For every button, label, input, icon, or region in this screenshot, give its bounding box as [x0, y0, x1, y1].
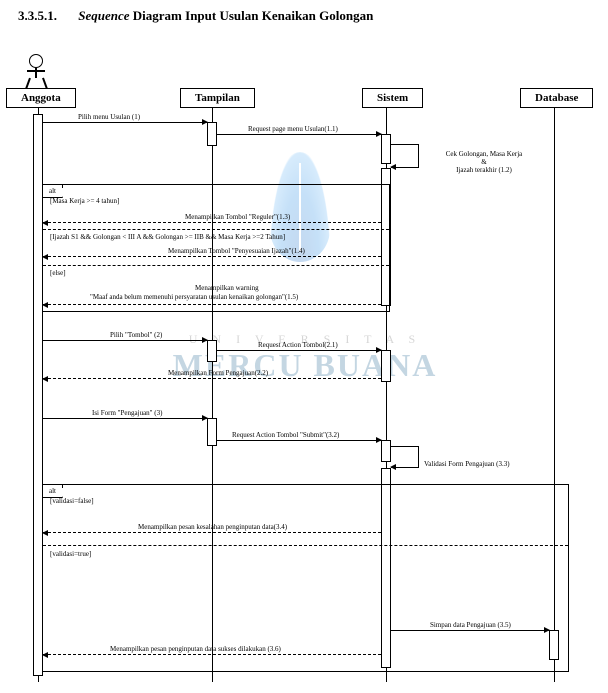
activation-database — [549, 630, 559, 660]
msg-3-4 — [43, 532, 381, 533]
sequence-word: Sequence — [78, 8, 129, 23]
msg-2-1 — [217, 350, 381, 351]
lifeline-tampilan-header: Tampilan — [180, 88, 255, 108]
msg-1-4 — [43, 256, 381, 257]
msg-1-5 — [43, 304, 381, 305]
msg-1-2-self — [391, 144, 419, 168]
msg-3-2 — [217, 440, 381, 441]
label-msg-2-1: Request Action Tombol(2.1) — [258, 341, 338, 349]
label-msg-1-4: Menampilkan Tombol "Penyesuaian Ijazah"(… — [168, 247, 305, 255]
activation-tampilan-2 — [207, 340, 217, 362]
label-msg-1: Pilih menu Usulan (1) — [78, 113, 140, 121]
label-msg-3-5: Simpan data Pengajuan (3.5) — [430, 621, 511, 629]
msg-3 — [43, 418, 207, 419]
guard-4: [validasi=false] — [50, 497, 94, 505]
alt-box-2: alt — [42, 484, 569, 672]
guard-3: [else] — [50, 269, 66, 277]
activation-sistem-3 — [381, 440, 391, 462]
label-msg-1-5b: "Maaf anda belum memenuhi persyaratan us… — [90, 293, 298, 301]
msg-1 — [43, 122, 207, 123]
guard-5: [validasi=true] — [50, 550, 91, 558]
activation-sistem-2 — [381, 350, 391, 382]
activation-tampilan-3 — [207, 418, 217, 446]
alt-sep-1a — [43, 229, 389, 230]
msg-1-1 — [217, 134, 381, 135]
msg-3-6 — [43, 654, 381, 655]
msg-1-3 — [43, 222, 381, 223]
sequence-diagram: U N I V E R S I T A S MERCU BUANA Anggot… — [0, 32, 608, 692]
title-rest: Diagram Input Usulan Kenaikan Golongan — [133, 8, 374, 23]
label-msg-1-2c: Ijazah terakhir (1.2) — [456, 166, 512, 174]
label-msg-1-2: Cek Golongan, Masa Kerja & Ijazah terakh… — [424, 150, 544, 174]
label-msg-3-3: Validasi Form Pengajuan (3.3) — [424, 460, 510, 468]
actor-icon — [27, 54, 45, 90]
label-msg-3: Isi Form "Pengajuan" (3) — [92, 409, 162, 417]
label-msg-2-2: Menampilkan Form Pengajuan(2.2) — [168, 369, 268, 377]
label-msg-3-4: Menampilkan pesan kesalahan penginputan … — [138, 523, 287, 531]
label-msg-3-2: Request Action Tombol "Submit"(3.2) — [232, 431, 339, 439]
label-msg-1-2a: Cek Golongan, Masa Kerja — [446, 150, 523, 158]
msg-2 — [43, 340, 207, 341]
label-msg-1-2b: & — [481, 158, 486, 166]
label-msg-3-6: Menampilkan pesan penginputan data sukse… — [110, 645, 281, 653]
msg-3-3-self — [391, 446, 419, 468]
activation-sistem-1 — [381, 134, 391, 164]
activation-tampilan-1 — [207, 122, 217, 146]
page: 3.3.5.1. Sequence Diagram Input Usulan K… — [0, 0, 608, 692]
lifeline-database-header: Database — [520, 88, 593, 108]
alt-sep-2 — [43, 545, 568, 546]
lifeline-sistem-header: Sistem — [362, 88, 423, 108]
section-number: 3.3.5.1. — [18, 8, 57, 23]
label-msg-1-1: Request page menu Usulan(1.1) — [248, 125, 338, 133]
msg-3-5 — [391, 630, 549, 631]
msg-2-2 — [43, 378, 381, 379]
guard-1: [Masa Kerja >= 4 tahun] — [50, 197, 119, 205]
alt-sep-1b — [43, 265, 389, 266]
label-msg-1-5a: Menampilkan warning — [195, 284, 259, 292]
guard-2: [Ijazah S1 && Golongan < III A && Golong… — [50, 233, 285, 241]
label-msg-2: Pilih "Tombol" (2) — [110, 331, 162, 339]
lifeline-anggota-header: Anggota — [6, 88, 76, 108]
label-msg-1-3: Menampilkan Tombol "Reguler"(1.3) — [185, 213, 290, 221]
section-title: 3.3.5.1. Sequence Diagram Input Usulan K… — [0, 0, 608, 32]
